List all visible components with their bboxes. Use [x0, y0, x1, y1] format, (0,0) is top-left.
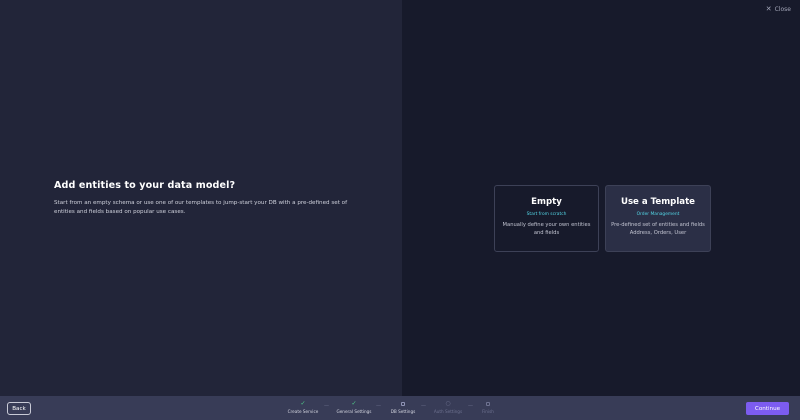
- step-label: DB Settings: [390, 409, 416, 414]
- card-subtitle: Start from scratch: [526, 212, 567, 217]
- card-title: Use a Template: [620, 197, 696, 207]
- close-button[interactable]: ✕ Close: [765, 5, 791, 14]
- card-title: Empty: [531, 197, 562, 207]
- back-button[interactable]: Back: [7, 402, 31, 415]
- step-label: Finish: [482, 409, 494, 414]
- card-description: Pre-defined set of entities and fields A…: [611, 222, 705, 236]
- left-panel: Add entities to your data model? Start f…: [0, 0, 402, 396]
- wizard-footer: Back ✓ Create Service — ✓ General Settin…: [0, 396, 800, 420]
- step-finish: Finish: [463, 400, 513, 415]
- close-label: Close: [774, 6, 791, 13]
- template-option-card[interactable]: Use a Template Order Management Pre-defi…: [605, 185, 711, 252]
- square-icon: [463, 400, 513, 408]
- step-label: General Settings: [336, 409, 372, 414]
- step-general-settings: ✓ General Settings: [329, 400, 379, 415]
- close-icon: ✕: [765, 5, 772, 13]
- continue-button[interactable]: Continue: [746, 402, 789, 415]
- page-description: Start from an empty schema or use one of…: [54, 200, 348, 215]
- check-icon: ✓: [300, 400, 306, 407]
- wizard-steps: ✓ Create Service — ✓ General Settings — …: [282, 400, 502, 418]
- check-icon: ✓: [351, 400, 357, 407]
- card-description: Manually define your own entities and fi…: [502, 222, 591, 236]
- page-title: Add entities to your data model?: [54, 180, 236, 191]
- empty-option-card[interactable]: Empty Start from scratch Manually define…: [494, 185, 599, 252]
- step-create-service: ✓ Create Service: [278, 400, 328, 415]
- card-subtitle: Order Management: [636, 212, 680, 217]
- step-label: Create Service: [287, 409, 319, 414]
- right-panel: [402, 0, 800, 396]
